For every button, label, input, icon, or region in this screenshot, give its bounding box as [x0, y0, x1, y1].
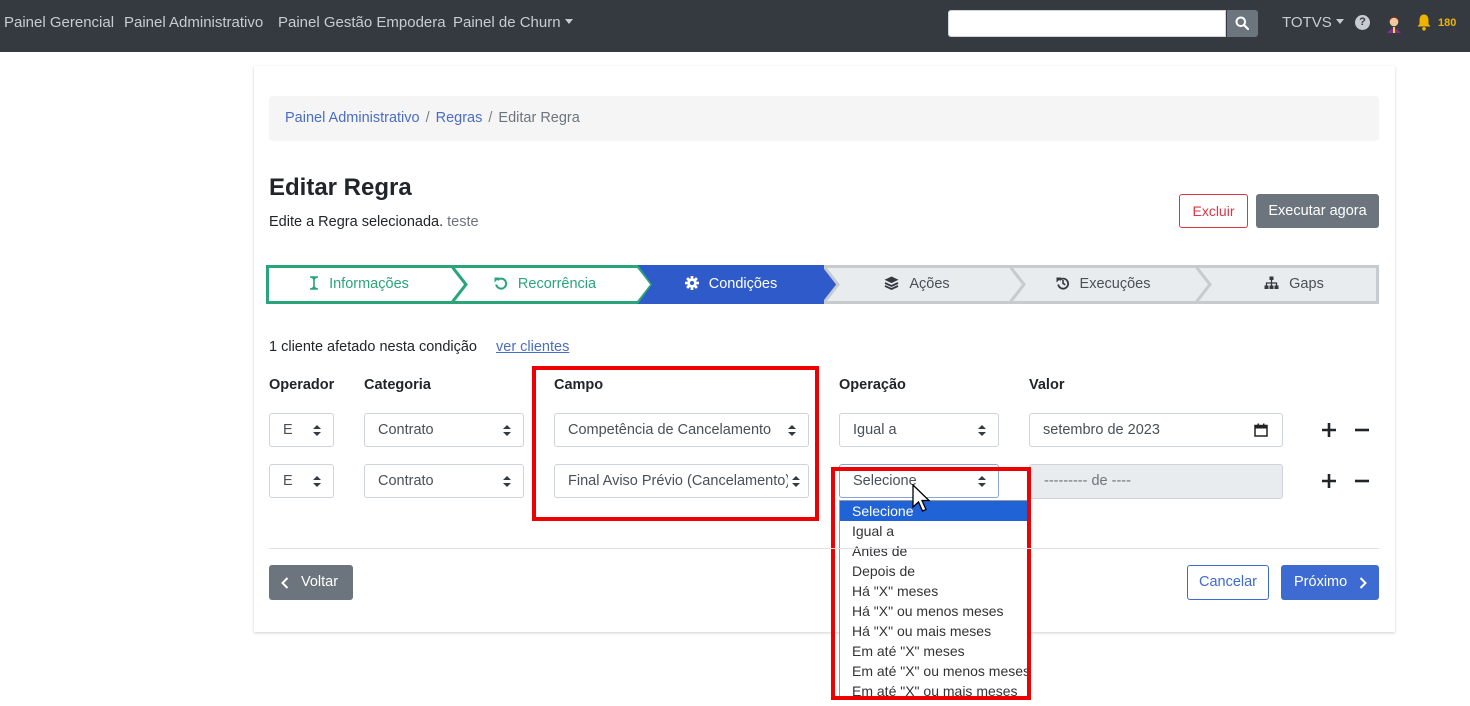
affected-clients-text: 1 cliente afetado nesta condição [269, 339, 477, 355]
select-arrows-icon [313, 476, 321, 487]
calendar-icon[interactable] [1254, 423, 1268, 437]
sitemap-icon [1264, 276, 1279, 289]
search-input[interactable] [948, 10, 1226, 37]
operation-select[interactable]: Igual a [839, 413, 999, 447]
divider [269, 548, 1379, 549]
operator-select[interactable]: E [269, 413, 334, 447]
top-navbar: Painel Gerencial Painel Administrativo P… [0, 0, 1470, 52]
step-informacoes[interactable]: Informações [266, 265, 466, 304]
breadcrumb-current: Editar Regra [498, 110, 580, 126]
next-button-label: Próximo [1294, 574, 1348, 590]
operation-select-value: Igual a [853, 422, 897, 438]
nav-painel-churn-dropdown[interactable]: Painel de Churn [453, 14, 573, 31]
step-execucoes[interactable]: Execuções [1010, 265, 1210, 304]
step-label: Gaps [1289, 276, 1324, 292]
page-title: Editar Regra [269, 174, 412, 201]
breadcrumb-painel-administrativo[interactable]: Painel Administrativo [285, 110, 420, 126]
column-header-operator: Operador [269, 377, 335, 393]
rule-name: teste [447, 214, 479, 230]
bell-icon[interactable] [1416, 13, 1432, 31]
history-icon [1056, 277, 1069, 290]
page-subtitle: Edite a Regra selecionada. teste [269, 214, 479, 230]
breadcrumb: Painel Administrativo / Regras / Editar Regr… [269, 96, 1379, 141]
step-gaps[interactable]: Gaps [1196, 265, 1379, 304]
nav-painel-gestao-empodera[interactable]: Painel Gestão Empodera [278, 14, 446, 31]
step-content: Recorrência [452, 265, 638, 304]
value-month-text: setembro de 2023 [1043, 422, 1160, 438]
operator-select-value: E [283, 422, 293, 438]
select-arrows-icon [503, 476, 511, 487]
undo-icon [494, 277, 507, 290]
remove-condition-icon[interactable] [1354, 422, 1370, 438]
breadcrumb-separator: / [425, 110, 430, 126]
operator-select[interactable]: E [269, 464, 334, 498]
chevron-right-icon [1359, 577, 1367, 589]
next-button[interactable]: Próximo [1281, 565, 1379, 600]
step-label: Condições [708, 276, 778, 292]
step-content: Ações [824, 265, 1010, 304]
add-condition-icon[interactable] [1321, 422, 1337, 438]
step-content: Condições [638, 265, 824, 304]
back-button[interactable]: Voltar [269, 565, 353, 600]
operator-select-value: E [283, 473, 293, 489]
breadcrumb-separator: / [488, 110, 493, 126]
help-icon[interactable]: ? [1355, 15, 1370, 30]
step-label: Ações [909, 276, 950, 292]
cancel-button[interactable]: Cancelar [1187, 565, 1269, 600]
remove-condition-icon[interactable] [1354, 473, 1370, 489]
nav-painel-churn-label: Painel de Churn [453, 14, 561, 31]
user-menu-label: TOTVS [1282, 14, 1332, 31]
step-content: Gaps [1196, 265, 1392, 304]
category-select[interactable]: Contrato [364, 464, 524, 498]
back-button-label: Voltar [301, 574, 339, 590]
avatar[interactable] [1384, 12, 1404, 34]
category-select-value: Contrato [378, 422, 434, 438]
gear-icon [684, 276, 699, 290]
column-header-operation: Operação [839, 377, 906, 393]
step-label: Recorrência [517, 276, 597, 292]
select-arrows-icon [978, 425, 986, 436]
chevron-down-icon [1335, 19, 1344, 24]
search-button[interactable] [1227, 10, 1258, 37]
column-header-category: Categoria [364, 377, 431, 393]
nav-painel-administrativo[interactable]: Painel Administrativo [124, 14, 263, 31]
select-arrows-icon [313, 425, 321, 436]
add-condition-icon[interactable] [1321, 473, 1337, 489]
i-cursor-icon [310, 276, 319, 290]
breadcrumb-regras[interactable]: Regras [436, 110, 483, 126]
layers-icon [884, 276, 899, 290]
step-recorrencia[interactable]: Recorrência [452, 265, 652, 304]
step-label: Informações [329, 276, 409, 292]
step-condicoes[interactable]: Condições [638, 265, 838, 304]
step-acoes[interactable]: Ações [824, 265, 1024, 304]
highlight-field-column [532, 366, 819, 521]
step-content: Informações [266, 265, 452, 304]
chevron-left-icon [281, 577, 289, 589]
select-arrows-icon [503, 425, 511, 436]
view-clients-link[interactable]: ver clientes [496, 339, 569, 355]
step-content: Execuções [1010, 265, 1196, 304]
nav-painel-gerencial[interactable]: Painel Gerencial [4, 14, 114, 31]
search-icon [1235, 16, 1249, 30]
mouse-cursor-icon [912, 484, 931, 512]
value-range-input: --------- de ---- [1029, 464, 1283, 499]
category-select[interactable]: Contrato [364, 413, 524, 447]
chevron-down-icon [564, 19, 573, 24]
step-label: Execuções [1079, 276, 1151, 292]
value-month-input[interactable]: setembro de 2023 [1029, 413, 1283, 447]
run-now-button[interactable]: Executar agora [1256, 194, 1379, 228]
delete-button[interactable]: Excluir [1179, 194, 1248, 228]
user-menu-dropdown[interactable]: TOTVS [1282, 14, 1344, 31]
page-subtitle-text: Edite a Regra selecionada. [269, 214, 444, 230]
category-select-value: Contrato [378, 473, 434, 489]
notification-count-badge: 180 [1438, 17, 1457, 29]
column-header-value: Valor [1029, 377, 1065, 393]
